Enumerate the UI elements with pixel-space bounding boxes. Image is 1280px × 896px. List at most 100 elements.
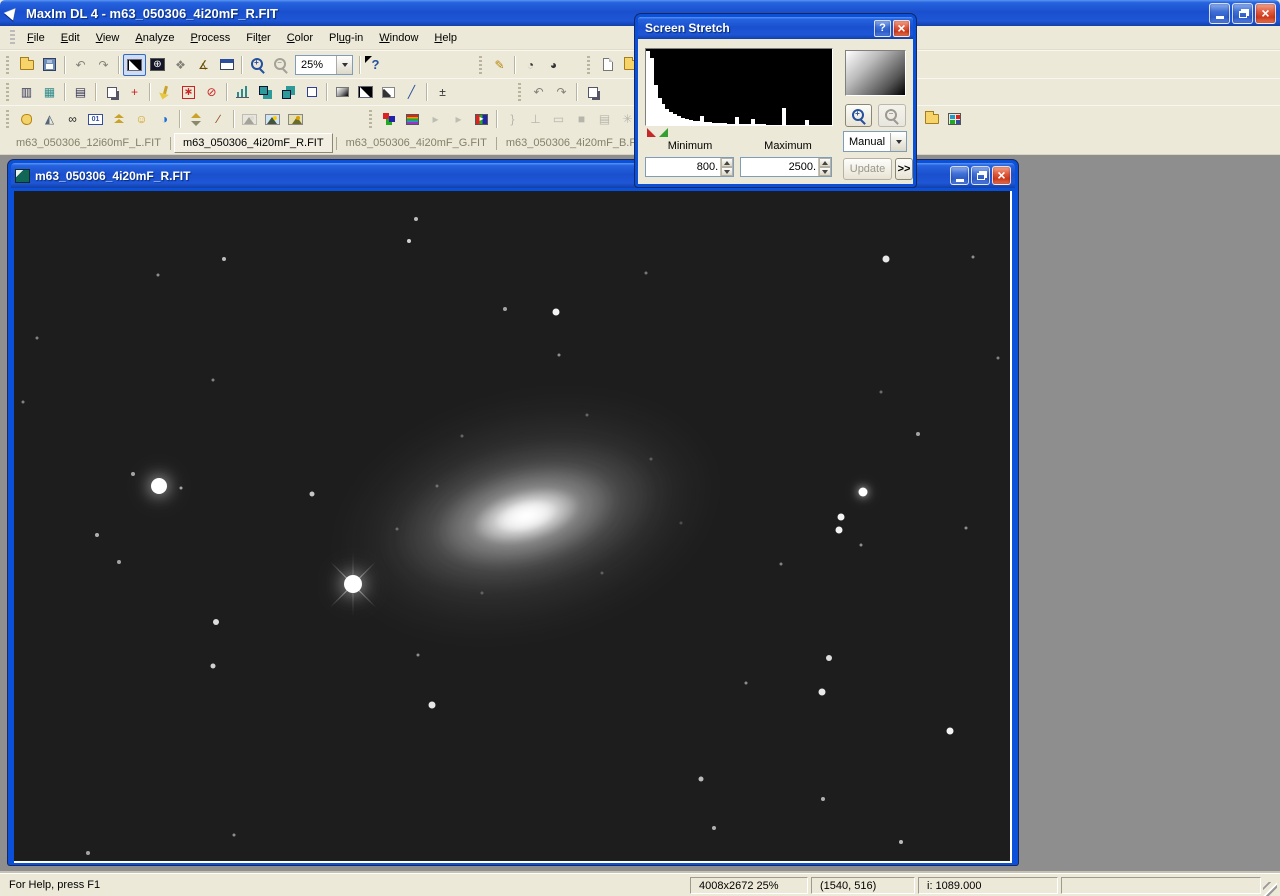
clock-alarm-button[interactable]: ◕ [542,54,565,76]
image-minimize-button[interactable] [950,166,969,185]
image-maximize-button[interactable] [971,166,990,185]
stretch-mode-combo[interactable]: Manual [843,131,907,152]
context-help-button[interactable]: ? [364,54,387,76]
image-close-button[interactable]: × [992,166,1011,185]
star [95,533,99,537]
dialog-close-button[interactable]: × [893,20,910,37]
levels-line-button[interactable]: ╱ [400,81,423,103]
menu-filter[interactable]: Filter [238,29,278,47]
color-combine-button[interactable] [378,108,401,130]
status-panel: i: 1089.000 [918,877,1058,894]
save-group-button[interactable] [920,108,943,130]
mask-button[interactable]: ◭ [38,108,61,130]
crosshair-add-button[interactable]: + [123,81,146,103]
blink-button[interactable] [300,81,323,103]
maximum-down-button[interactable] [819,167,831,176]
sort-button[interactable] [184,108,207,130]
remove-artifact-button[interactable]: ⊘ [200,81,223,103]
menu-process[interactable]: Process [183,29,239,47]
open-button[interactable] [15,54,38,76]
image-canvas[interactable] [14,191,1012,863]
menu-analyze[interactable]: Analyze [127,29,182,47]
zoom-level-dropdown[interactable] [336,56,352,74]
draw-line-button[interactable]: ✎ [488,54,511,76]
restore-button[interactable] [1232,3,1253,24]
expand-button[interactable]: >> [895,158,913,180]
stretch-histogram[interactable] [645,48,833,126]
information-window-button[interactable] [215,54,238,76]
minimum-marker-icon[interactable] [647,128,656,137]
menu-plugin[interactable]: Plug-in [321,29,371,47]
tab-m63_050306_12i60mf_l.fit[interactable]: m63_050306_12i60mF_L.FIT [8,134,169,152]
star [414,217,418,221]
zoom-level-combo[interactable]: 25% [295,55,353,75]
zoom-in-button[interactable]: + [246,54,269,76]
mountain-day-button[interactable] [261,108,284,130]
toolbar-grip[interactable] [4,56,12,74]
convert-color-button[interactable]: ▸ [470,108,493,130]
screen-stretch-dialog[interactable]: Screen Stretch ? × Minimum Maximum + − [635,14,916,187]
close-button[interactable]: × [1255,3,1276,24]
planet-button[interactable]: ◑ [153,108,176,130]
minimum-input[interactable] [646,158,720,176]
mountain-dusk-button[interactable] [284,108,307,130]
color-stack-button[interactable] [401,108,424,130]
image-window[interactable]: m63_050306_4i20mF_R.FIT × [8,160,1018,865]
smiley-button[interactable]: ☺ [130,108,153,130]
duplicate-button[interactable] [581,81,604,103]
toolbar-grip[interactable] [516,83,524,101]
dark-glasses-button[interactable]: ∞ [61,108,84,130]
minimize-button[interactable] [1209,3,1230,24]
align-button[interactable] [254,81,277,103]
menu-file[interactable]: File [19,29,53,47]
toolbar-grip[interactable] [4,83,12,101]
calibration-button[interactable]: ▦ [38,81,61,103]
fft-graph-button[interactable] [231,81,254,103]
tab-m63_050306_4i20mf_b.fit[interactable]: m63_050306_4i20mF_B.FIT [498,134,654,152]
new-document-button[interactable] [596,54,619,76]
curves-button[interactable] [377,81,400,103]
sequence-button[interactable]: 01 [84,108,107,130]
histogram-zoom-in-button[interactable]: + [845,104,872,127]
toolbar-grip[interactable] [477,56,485,74]
rank-filter-button[interactable] [107,108,130,130]
flatten-background-button[interactable] [331,81,354,103]
tab-m63_050306_4i20mf_r.fit[interactable]: m63_050306_4i20mF_R.FIT [174,133,333,153]
toolbar-grip[interactable] [367,110,375,128]
measure-button[interactable]: ∡ [192,54,215,76]
combine-button[interactable]: ▤ [69,81,92,103]
stretch-button[interactable] [354,81,377,103]
toolbar-grip[interactable] [585,56,593,74]
save-button[interactable] [38,54,61,76]
pixel-math-button[interactable]: ± [431,81,454,103]
maximum-marker-icon[interactable] [659,128,668,137]
resize-grip[interactable] [1263,882,1277,896]
clean-pixels-button[interactable] [154,81,177,103]
screen-stretch-button[interactable] [123,54,146,76]
menu-color[interactable]: Color [279,29,321,47]
menu-help[interactable]: Help [426,29,465,47]
copy-button[interactable] [100,81,123,103]
kernel-filter-button[interactable]: ∗ [177,81,200,103]
menu-window[interactable]: Window [371,29,426,47]
stack-button[interactable] [277,81,300,103]
histogram-window-button[interactable]: ▥ [15,81,38,103]
annotate-button[interactable] [15,108,38,130]
stretch-mode-dropdown[interactable] [890,133,906,151]
sequence-icon: 01 [88,114,103,125]
dialog-help-button[interactable]: ? [874,20,891,37]
dialog-title-bar[interactable]: Screen Stretch ? × [638,17,913,39]
mosaic-button[interactable] [943,108,966,130]
maximum-input[interactable] [741,158,818,176]
clock-button[interactable]: ◔ [519,54,542,76]
crosshair-button[interactable]: ⊕ [146,54,169,76]
tab-m63_050306_4i20mf_g.fit[interactable]: m63_050306_4i20mF_G.FIT [338,134,495,152]
minimum-up-button[interactable] [721,158,733,167]
toolbar-grip[interactable] [4,110,12,128]
draw-pen-button[interactable]: ∕ [207,108,230,130]
menu-edit[interactable]: Edit [53,29,88,47]
menu-view[interactable]: View [88,29,128,47]
minimum-down-button[interactable] [721,167,733,176]
maximum-up-button[interactable] [819,158,831,167]
status-panel-empty [1061,877,1261,894]
